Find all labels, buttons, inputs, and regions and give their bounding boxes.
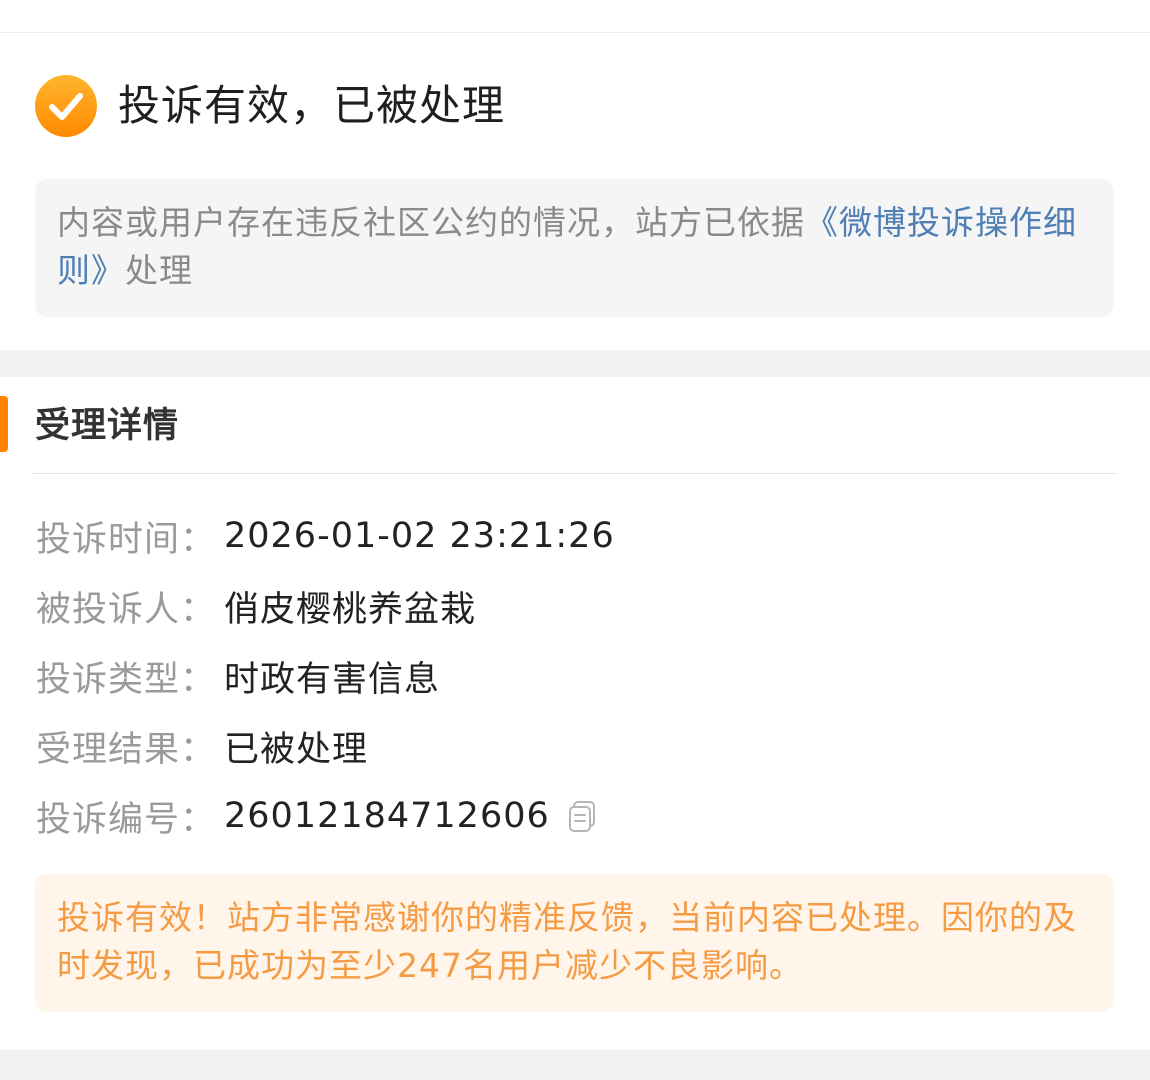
detail-row-respondent: 被投诉人： 俏皮樱桃养盆栽 <box>36 581 476 631</box>
section-title: 受理详情 <box>35 406 180 446</box>
detail-row-result: 受理结果： 已被处理 <box>36 721 368 771</box>
detail-value: 26012184712606 <box>224 796 550 836</box>
top-divider <box>0 32 1150 33</box>
detail-value: 2026-01-02 23:21:26 <box>224 516 615 556</box>
detail-row-complaint-time: 投诉时间： 2026-01-02 23:21:26 <box>36 511 615 561</box>
bottom-separator <box>0 1050 1150 1080</box>
notice-box: 内容或用户存在违反社区公约的情况，站方已依据《微博投诉操作细则》处理 <box>35 179 1114 317</box>
section-divider <box>33 473 1117 474</box>
check-circle-icon <box>35 75 97 137</box>
copy-icon[interactable] <box>566 799 600 833</box>
result-message: 投诉有效！站方非常感谢你的精准反馈，当前内容已处理。因你的及时发现，已成功为至少… <box>35 874 1114 1012</box>
detail-label: 投诉编号： <box>36 799 217 840</box>
detail-row-complaint-id: 投诉编号： 26012184712606 <box>36 791 600 841</box>
detail-label: 投诉时间： <box>36 519 217 560</box>
detail-value: 已被处理 <box>224 729 369 770</box>
detail-row-complaint-type: 投诉类型： 时政有害信息 <box>36 651 440 701</box>
notice-suffix: 处理 <box>125 251 193 290</box>
detail-label: 受理结果： <box>36 729 217 770</box>
section-separator <box>0 350 1150 377</box>
section-accent-bar <box>0 396 8 452</box>
status-title: 投诉有效，已被处理 <box>118 81 506 130</box>
detail-label: 投诉类型： <box>36 659 217 700</box>
detail-value: 俏皮樱桃养盆栽 <box>224 589 477 630</box>
detail-label: 被投诉人： <box>36 589 217 630</box>
detail-value: 时政有害信息 <box>224 659 441 700</box>
notice-text: 内容或用户存在违反社区公约的情况，站方已依据 <box>57 203 805 242</box>
